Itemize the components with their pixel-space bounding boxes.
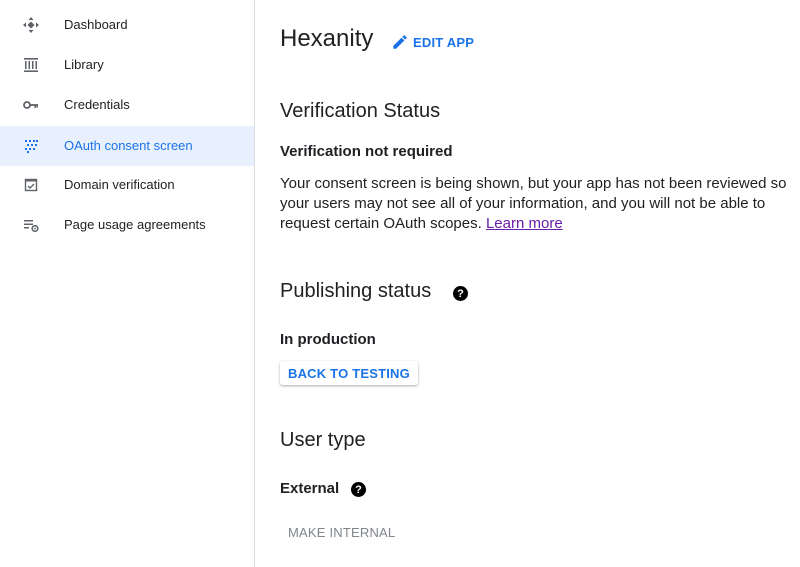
sidebar-item-label: Dashboard — [64, 17, 128, 32]
oauth-consent-icon — [22, 137, 40, 155]
main-content: Hexanity EDIT APP Verification Status Ve… — [256, 0, 800, 567]
key-icon — [22, 96, 40, 114]
sidebar-item-label: OAuth consent screen — [64, 138, 193, 153]
help-icon[interactable]: ? — [453, 286, 468, 301]
back-to-testing-button[interactable]: BACK TO TESTING — [280, 361, 418, 385]
settings-list-icon — [22, 216, 40, 234]
sidebar: Dashboard Library Credentials OAuth cons… — [0, 0, 255, 567]
sidebar-item-library[interactable]: Library — [0, 45, 254, 85]
sidebar-item-oauth-consent-screen[interactable]: OAuth consent screen — [0, 126, 254, 166]
sidebar-item-label: Page usage agreements — [64, 217, 206, 232]
user-type-value: External — [280, 480, 340, 497]
sidebar-item-domain-verification[interactable]: Domain verification — [0, 165, 254, 205]
make-internal-button[interactable]: MAKE INTERNAL — [288, 525, 395, 540]
domain-verification-icon — [22, 176, 40, 194]
pencil-icon — [393, 35, 407, 49]
sidebar-item-label: Domain verification — [64, 177, 175, 192]
user-type-heading: User type — [280, 429, 366, 451]
verification-status-value: Verification not required — [280, 143, 453, 160]
learn-more-link[interactable]: Learn more — [486, 215, 563, 232]
verification-description: Your consent screen is being shown, but … — [280, 174, 800, 234]
help-icon[interactable]: ? — [351, 482, 366, 497]
app-name: Hexanity — [280, 25, 374, 52]
sidebar-item-label: Library — [64, 57, 104, 72]
sidebar-item-dashboard[interactable]: Dashboard — [0, 5, 254, 45]
sidebar-item-credentials[interactable]: Credentials — [0, 85, 254, 125]
publishing-status-heading: Publishing status — [280, 280, 432, 302]
edit-app-label: EDIT APP — [413, 34, 475, 50]
dashboard-icon — [22, 16, 40, 34]
verification-status-heading: Verification Status — [280, 100, 441, 122]
edit-app-button[interactable]: EDIT APP — [391, 32, 474, 52]
library-icon — [22, 56, 40, 74]
sidebar-item-page-usage-agreements[interactable]: Page usage agreements — [0, 205, 254, 245]
publishing-status-value: In production — [280, 331, 376, 348]
sidebar-item-label: Credentials — [64, 97, 130, 112]
